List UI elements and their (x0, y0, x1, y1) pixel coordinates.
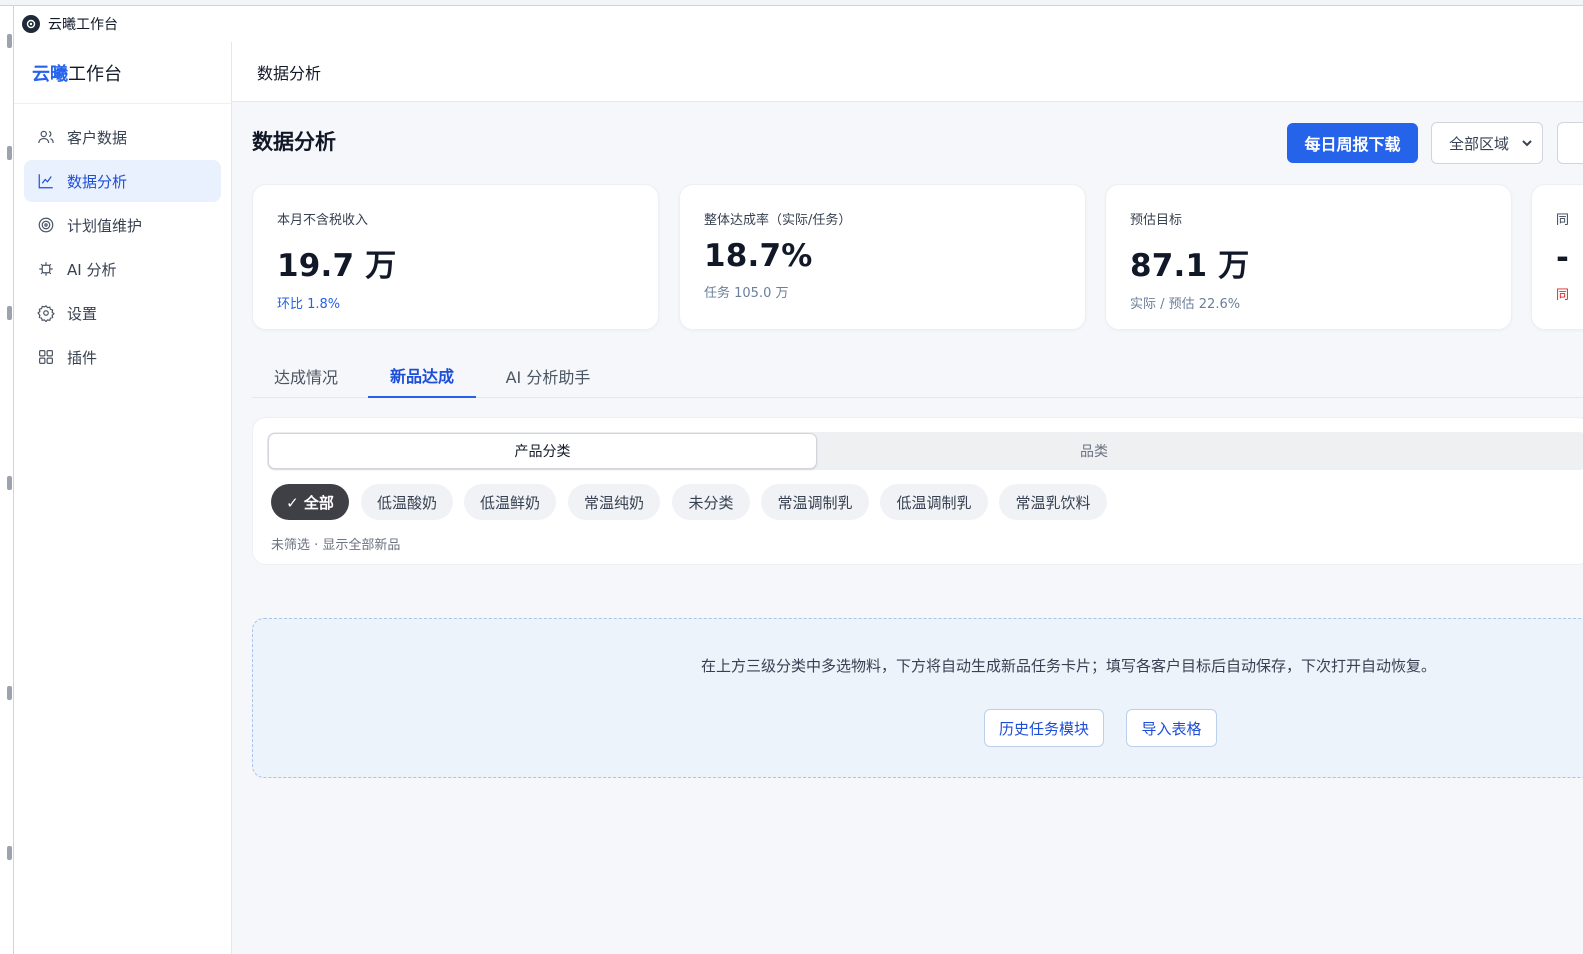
empty-state-message: 在上方三级分类中多选物料，下方将自动生成新品任务卡片；填写各客户目标后自动保存，… (701, 657, 1437, 675)
chip-uncategorized[interactable]: 未分类 (672, 484, 750, 520)
stat-label: 同 (1556, 213, 1570, 228)
segment-category[interactable]: 品类 (818, 432, 1370, 470)
sidebar-nav: 客户数据 数据分析 计划值维护 AI 分析 设置 插件 (14, 104, 231, 392)
stat-value: 87.1 万 (1130, 248, 1250, 284)
brand-accent: 云曦 (32, 63, 68, 85)
users-icon (37, 128, 55, 146)
stat-sub: 实际 / 预估 22.6% (1130, 297, 1241, 312)
background-window-mark (7, 686, 12, 700)
background-window-mark (7, 146, 12, 160)
chip-ambient-modified-milk[interactable]: 常温调制乳 (761, 484, 869, 520)
grid-icon (37, 348, 55, 366)
segment-product-category[interactable]: 产品分类 (268, 433, 817, 469)
main-content: 数据分析 数据分析 每日周报下载 全部区域 本月不含税收入 19.7 万 环比 … (232, 42, 1583, 954)
app-logo-icon (22, 15, 40, 33)
sidebar-item-plugins[interactable]: 插件 (24, 336, 221, 378)
sidebar-item-customer-data[interactable]: 客户数据 (24, 116, 221, 158)
background-window-edge (0, 6, 14, 954)
tab-achievement[interactable]: 达成情况 (252, 354, 360, 398)
chip-low-temp-yogurt[interactable]: 低温酸奶 (361, 484, 453, 520)
sidebar-item-data-analysis[interactable]: 数据分析 (24, 160, 221, 202)
tab-new-product[interactable]: 新品达成 (368, 354, 476, 398)
chevron-down-icon (1520, 136, 1534, 150)
background-window-mark (7, 34, 12, 48)
sidebar-item-label: 客户数据 (67, 128, 128, 147)
sidebar-item-label: 插件 (67, 348, 98, 367)
sidebar-item-ai-analysis[interactable]: AI 分析 (24, 248, 221, 290)
chart-line-icon (37, 172, 55, 190)
page-title: 数据分析 (252, 130, 336, 154)
brand-logo: 云曦 工作台 (14, 42, 231, 104)
stat-card-estimated-target: 预估目标 87.1 万 实际 / 预估 22.6% (1105, 184, 1512, 330)
stat-sub: 同 (1556, 288, 1570, 303)
empty-state-panel: 在上方三级分类中多选物料，下方将自动生成新品任务卡片；填写各客户目标后自动保存，… (252, 618, 1583, 778)
stat-label: 预估目标 (1130, 213, 1183, 228)
header-extra-button[interactable] (1557, 122, 1583, 164)
filter-hint: 未筛选 · 显示全部新品 (271, 538, 401, 553)
region-select-value: 全部区域 (1449, 134, 1510, 153)
target-icon (37, 216, 55, 234)
window-titlebar: 云曦工作台 (14, 6, 1583, 42)
sidebar-item-label: AI 分析 (67, 260, 117, 279)
stat-value: 19.7 万 (277, 248, 397, 284)
brand-name: 工作台 (68, 63, 122, 85)
stat-label: 本月不含税收入 (277, 213, 369, 228)
chip-icon (37, 260, 55, 278)
stat-value: - (1556, 240, 1570, 276)
background-window-mark (7, 306, 12, 320)
stat-sub: 环比 1.8% (277, 297, 341, 312)
stat-card-revenue: 本月不含税收入 19.7 万 环比 1.8% (252, 184, 659, 330)
top-bar: 数据分析 (232, 42, 1583, 102)
window-title: 云曦工作台 (48, 17, 118, 33)
region-select[interactable]: 全部区域 (1431, 122, 1543, 164)
chip-ambient-milk-drink[interactable]: 常温乳饮料 (999, 484, 1107, 520)
stat-value: 18.7% (704, 238, 813, 274)
page-header: 数据分析 每日周报下载 全部区域 (252, 122, 1583, 164)
sidebar-item-label: 设置 (67, 304, 98, 323)
tab-ai-assistant[interactable]: AI 分析助手 (488, 354, 608, 398)
stat-sub: 任务 105.0 万 (704, 286, 789, 301)
stat-label: 整体达成率（实际/任务） (704, 213, 852, 228)
gear-icon (37, 304, 55, 322)
import-table-button[interactable]: 导入表格 (1126, 709, 1217, 747)
chip-all[interactable]: ✓ 全部 (271, 484, 349, 520)
filter-card: 产品分类 品类 ✓ 全部 低温酸奶 低温鲜奶 常温纯奶 未分类 常温调制乳 低温… (252, 417, 1583, 565)
chip-low-temp-fresh-milk[interactable]: 低温鲜奶 (464, 484, 556, 520)
segmented-control: 产品分类 品类 (267, 432, 1583, 470)
tab-bar: 达成情况 新品达成 AI 分析助手 (252, 354, 1583, 398)
background-window-mark (7, 846, 12, 860)
sidebar-item-label: 数据分析 (67, 172, 128, 191)
chip-ambient-pure-milk[interactable]: 常温纯奶 (568, 484, 660, 520)
sidebar: 云曦 工作台 客户数据 数据分析 计划值维护 AI 分析 设置 插件 (14, 42, 232, 954)
sidebar-item-settings[interactable]: 设置 (24, 292, 221, 334)
stat-card-yoy: 同 - 同 (1531, 184, 1583, 330)
sidebar-item-plan-maintenance[interactable]: 计划值维护 (24, 204, 221, 246)
history-task-button[interactable]: 历史任务模块 (984, 709, 1104, 747)
stat-card-achievement-rate: 整体达成率（实际/任务） 18.7% 任务 105.0 万 (679, 184, 1086, 330)
background-window-mark (7, 476, 12, 490)
breadcrumb: 数据分析 (257, 63, 322, 83)
sidebar-item-label: 计划值维护 (67, 216, 143, 235)
daily-report-download-button[interactable]: 每日周报下载 (1287, 123, 1418, 163)
chip-low-temp-modified-milk[interactable]: 低温调制乳 (880, 484, 988, 520)
